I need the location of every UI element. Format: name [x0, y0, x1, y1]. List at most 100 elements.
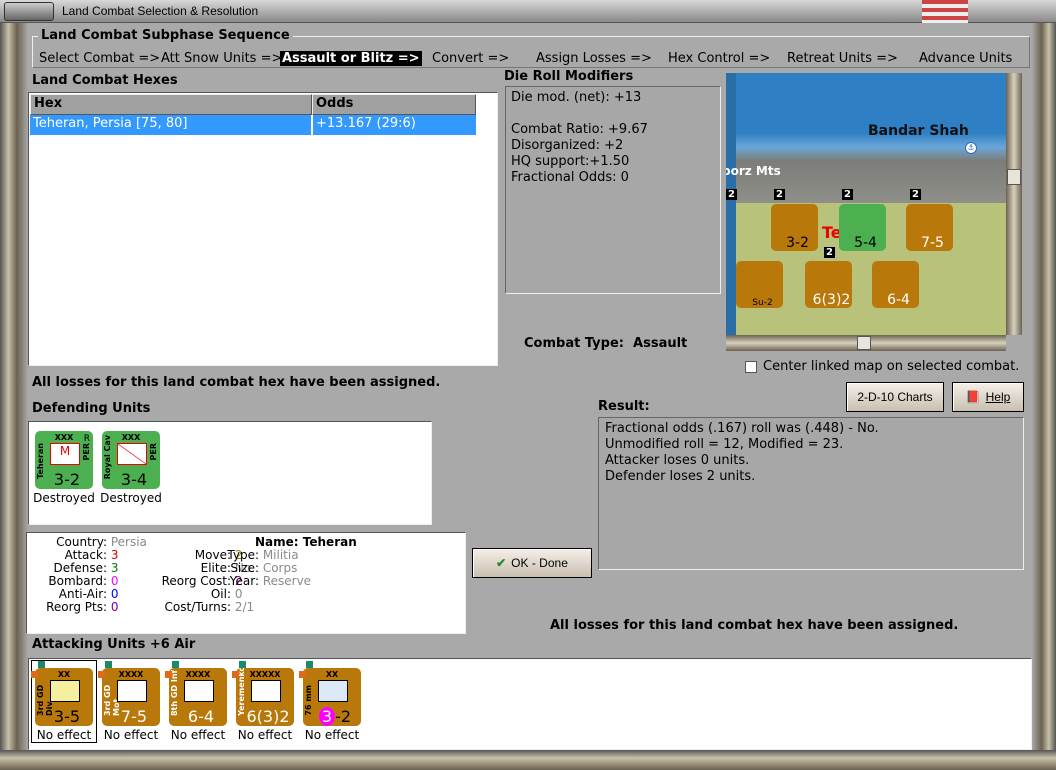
- defending-units-panel: XXX Teheran PER R M 3-2 Destroyed XXX Ro…: [28, 421, 432, 525]
- map-counter[interactable]: 6-4: [872, 261, 919, 308]
- center-map-label: Center linked map on selected combat.: [763, 359, 1020, 374]
- window-title: Land Combat Selection & Resolution: [62, 4, 259, 18]
- attacking-unit-counter[interactable]: XXXXX Yeremenko 6(3)2: [236, 666, 294, 726]
- unit-status: Destroyed: [33, 491, 95, 505]
- linked-map[interactable]: Bandar Shah borz Mts Tel ⚓ 3-2 5-4 7-5 6…: [726, 73, 1006, 335]
- stat-value: 0: [110, 600, 119, 614]
- window-frame-left: [0, 23, 28, 770]
- step-retreat-units: Retreat Units =>: [787, 51, 898, 66]
- unit-stat-row: Cost/Turns: 2/1: [127, 600, 255, 614]
- status-dot-icon: [38, 661, 45, 668]
- stat-value: 3: [110, 548, 119, 562]
- status-dot-icon: [165, 671, 172, 678]
- help-button[interactable]: 📕 Help: [952, 382, 1024, 412]
- defending-unit-counter[interactable]: XXX Royal Cav PER 3-4: [102, 431, 160, 489]
- ok-done-button[interactable]: ✔ OK - Done: [472, 548, 592, 578]
- map-label-bandar-shah: Bandar Shah: [868, 123, 969, 139]
- unit-status: No effect: [36, 728, 92, 742]
- modifier-hq-support: HQ support:+1.50: [511, 154, 630, 169]
- unit-status: No effect: [237, 728, 293, 742]
- unit-type-icon: [117, 680, 147, 702]
- result-line: Unmodified roll = 12, Modified = 23.: [605, 437, 844, 452]
- map-counter-aircraft[interactable]: Su-2: [736, 261, 783, 308]
- unit-stat-row: Year: Reserve: [197, 575, 311, 588]
- attacking-title: Attacking Units +6 Air: [32, 637, 196, 652]
- unit-type-icon: [184, 680, 214, 702]
- stack-count: 2: [910, 189, 921, 200]
- stat-value: 0: [110, 574, 119, 588]
- step-convert: Convert =>: [432, 51, 510, 66]
- attacking-unit-counter[interactable]: XXXX 8th GD Inf 6-4: [169, 668, 227, 726]
- status-dot-icon: [98, 671, 105, 678]
- stat-value: 3: [110, 561, 119, 575]
- hexes-list: Hex Odds Teheran, Persia [75, 80] +13.16…: [28, 92, 498, 366]
- cavalry-symbol-icon: [117, 443, 147, 465]
- unit-status: No effect: [170, 728, 226, 742]
- table-row[interactable]: Teheran, Persia [75, 80] +13.167 (29:6): [30, 115, 476, 135]
- stat-label: Cost/Turns:: [164, 600, 231, 614]
- combat-type: Combat Type: Assault: [524, 336, 687, 351]
- status-dot-icon: [239, 661, 246, 668]
- losses-assigned-message: All losses for this land combat hex have…: [32, 375, 441, 390]
- stack-count: 2: [824, 247, 835, 258]
- window-frame-bottom: [0, 750, 1056, 770]
- checkmark-icon: ✔: [496, 556, 507, 570]
- stat-value: 2/1: [234, 600, 255, 614]
- attacking-unit-counter[interactable]: XX 3rd GD Div 3-5: [35, 668, 93, 726]
- attacking-units-panel: XX 3rd GD Div 3-5 No effect XXXX 3rd GD …: [28, 658, 1032, 750]
- map-counter-defender[interactable]: 5-4: [839, 204, 886, 251]
- subphase-title: Land Combat Subphase Sequence: [38, 28, 293, 43]
- step-att-snow-units: Att Snow Units =>: [161, 51, 283, 66]
- attacking-unit-counter[interactable]: XXXX 3rd GD Mot 7-5: [102, 668, 160, 726]
- stat-value: Militia: [262, 548, 299, 562]
- step-assign-losses: Assign Losses =>: [536, 51, 652, 66]
- port-anchor-icon: ⚓: [965, 142, 977, 154]
- modifier-disorganized: Disorganized: +2: [511, 138, 624, 153]
- scroll-thumb[interactable]: [857, 336, 871, 350]
- result-title: Result:: [598, 399, 650, 414]
- status-dot-icon: [306, 661, 313, 668]
- step-hex-control: Hex Control =>: [668, 51, 771, 66]
- modifier-fractional-odds: Fractional Odds: 0: [511, 170, 629, 185]
- result-box: Fractional odds (.167) roll was (.448) -…: [598, 417, 1024, 570]
- column-header-odds[interactable]: Odds: [312, 94, 476, 115]
- stat-value: Persia: [110, 535, 147, 549]
- combat-type-value: Assault: [633, 336, 688, 351]
- scroll-thumb[interactable]: [1007, 169, 1021, 185]
- help-button-label: Help: [985, 390, 1011, 404]
- map-counter[interactable]: 3-2: [771, 204, 818, 251]
- center-map-checkbox[interactable]: [745, 361, 757, 373]
- charts-button[interactable]: 2-D-10 Charts: [846, 382, 944, 412]
- combat-type-label: Combat Type:: [524, 336, 624, 351]
- map-horizontal-scrollbar[interactable]: [726, 335, 1006, 351]
- ok-button-label: OK - Done: [511, 556, 568, 570]
- result-line: Fractional odds (.167) roll was (.448) -…: [605, 421, 879, 436]
- unit-status: No effect: [304, 728, 360, 742]
- map-vertical-scrollbar[interactable]: [1006, 73, 1022, 335]
- stat-value: 0: [234, 587, 243, 601]
- nation-flag-icon: [922, 0, 968, 23]
- column-header-hex[interactable]: Hex: [30, 94, 312, 115]
- map-counter[interactable]: 7-5: [906, 204, 953, 251]
- result-line: Defender loses 2 units.: [605, 469, 756, 484]
- status-dot-icon: [105, 661, 112, 668]
- modifiers-box: Die mod. (net): +13 Combat Ratio: +9.67 …: [505, 86, 721, 294]
- stat-label: Year:: [229, 574, 259, 588]
- defending-unit-counter[interactable]: XXX Teheran PER R M 3-2: [35, 431, 93, 489]
- stack-count: 2: [842, 189, 853, 200]
- window-menu-button[interactable]: [4, 2, 54, 21]
- status-dot-icon: [31, 671, 38, 678]
- stat-value: Corps: [262, 561, 298, 575]
- step-assault-or-blitz: Assault or Blitz =>: [280, 51, 422, 66]
- map-counter[interactable]: 6(3)2: [805, 261, 852, 308]
- unit-type-icon: [50, 680, 80, 702]
- losses-assigned-message-2: All losses for this land combat hex have…: [550, 618, 959, 633]
- cell-odds: +13.167 (29:6): [313, 115, 476, 135]
- modifiers-title: Die Roll Modifiers: [504, 69, 634, 84]
- charts-button-label: 2-D-10 Charts: [857, 390, 933, 404]
- status-dot-icon: [172, 661, 179, 668]
- attacking-unit-counter[interactable]: XX 76 mm 3 -2: [303, 668, 361, 726]
- step-advance-units: Advance Units: [919, 51, 1013, 66]
- unit-status: No effect: [103, 728, 159, 742]
- unit-info-panel: Country: Persia Attack: 3 Defense: 3 Bombar…: [26, 532, 466, 634]
